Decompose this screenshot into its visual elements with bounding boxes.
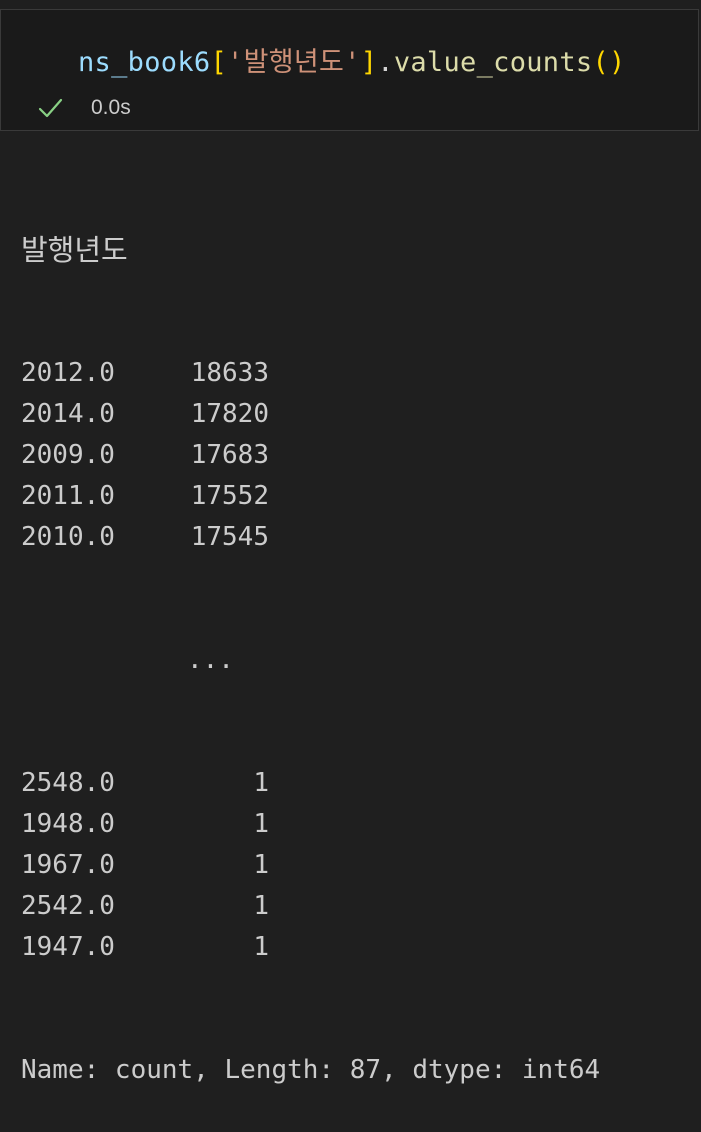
cell-output: 발행년도 2012.0 18633 2014.0 17820 2009.0 17683 20… — [21, 148, 600, 1132]
row-count: 17683 — [190, 440, 269, 470]
output-row: 2010.0 17545 — [21, 517, 600, 558]
row-index: 2542.0 — [21, 891, 115, 921]
row-index: 1947.0 — [21, 932, 115, 962]
output-row: 1967.0 1 — [21, 845, 600, 886]
output-series-name: 발행년도 — [21, 233, 128, 267]
code-paren-open: ( — [592, 47, 610, 78]
row-count: 17820 — [190, 399, 269, 429]
output-footer: Name: count, Length: 87, dtype: int64 — [21, 1055, 601, 1085]
row-count: 18633 — [190, 358, 269, 388]
row-count: 17545 — [190, 522, 269, 552]
row-count: 17552 — [190, 481, 269, 511]
execution-status: 0.0s — [37, 93, 131, 123]
row-count: 1 — [253, 932, 269, 962]
row-index: 2010.0 — [21, 522, 115, 552]
code-variable: ns_book6 — [78, 47, 211, 78]
row-count: 1 — [253, 891, 269, 921]
code-bracket-close: ] — [360, 47, 378, 78]
row-index: 2011.0 — [21, 481, 115, 511]
output-ellipsis: ... — [187, 645, 234, 675]
row-index: 2014.0 — [21, 399, 115, 429]
output-row: 2014.0 17820 — [21, 394, 600, 435]
row-index: 2548.0 — [21, 768, 115, 798]
output-row: 1947.0 1 — [21, 927, 600, 968]
code-cell[interactable]: ns_book6['발행년도'].value_counts() 0.0s — [0, 9, 699, 131]
code-dot: . — [377, 47, 394, 78]
code-string: '발행년도' — [227, 47, 361, 78]
code-bracket-open: [ — [210, 47, 228, 78]
output-row: 2548.0 1 — [21, 763, 600, 804]
code-line[interactable]: ns_book6['발행년도'].value_counts() — [78, 40, 626, 79]
code-function: value_counts — [393, 47, 593, 78]
execution-time: 0.0s — [91, 96, 131, 119]
row-index: 2009.0 — [21, 440, 115, 470]
row-index: 1948.0 — [21, 809, 115, 839]
output-row: 2009.0 17683 — [21, 435, 600, 476]
output-rows-bottom: 2548.0 1 1948.0 1 1967.0 1 2542.0 1 1947.0 1 — [21, 763, 600, 968]
row-count: 1 — [253, 768, 269, 798]
output-row: 2542.0 1 — [21, 886, 600, 927]
checkmark-icon — [37, 95, 63, 121]
output-ellipsis-row: ... — [21, 640, 600, 681]
row-count: 1 — [253, 809, 269, 839]
code-paren-close: ) — [609, 47, 626, 78]
output-row: 2012.0 18633 — [21, 353, 600, 394]
row-count: 1 — [253, 850, 269, 880]
row-index: 2012.0 — [21, 358, 115, 388]
output-row: 2011.0 17552 — [21, 476, 600, 517]
output-rows-top: 2012.0 18633 2014.0 17820 2009.0 17683 2011.0 1… — [21, 353, 600, 558]
row-index: 1967.0 — [21, 850, 115, 880]
output-row: 1948.0 1 — [21, 804, 600, 845]
